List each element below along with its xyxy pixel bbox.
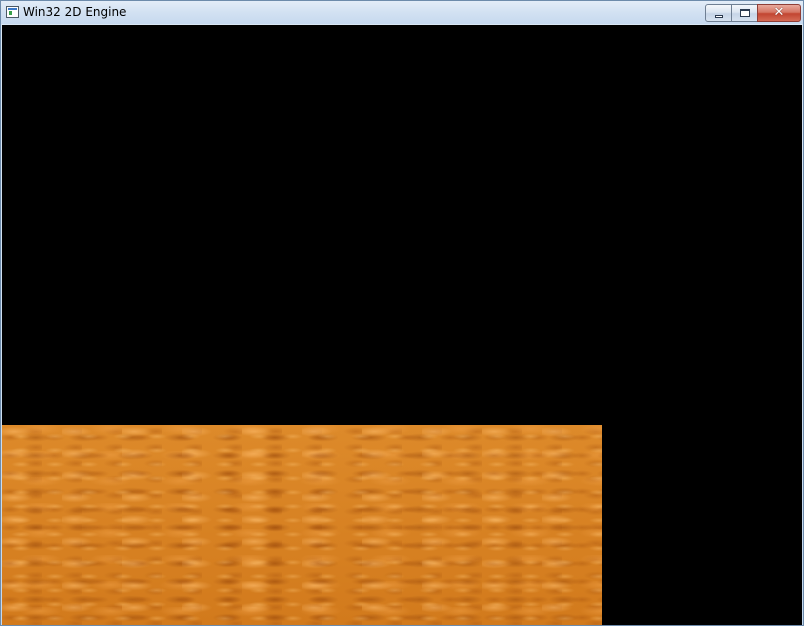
- title-bar[interactable]: Win32 2D Engine ✕: [1, 1, 803, 24]
- minimize-icon: [715, 15, 723, 18]
- minimize-button[interactable]: [705, 4, 732, 22]
- app-window: Win32 2D Engine ✕: [0, 0, 804, 626]
- maximize-icon: [740, 9, 750, 17]
- close-button[interactable]: ✕: [757, 4, 801, 22]
- maximize-button[interactable]: [731, 4, 758, 22]
- caption-buttons: ✕: [705, 4, 801, 22]
- textured-sprite: [2, 425, 602, 625]
- window-title: Win32 2D Engine: [23, 5, 127, 19]
- render-canvas[interactable]: [2, 25, 802, 625]
- app-window-icon[interactable]: [6, 6, 19, 18]
- close-icon: ✕: [773, 5, 785, 20]
